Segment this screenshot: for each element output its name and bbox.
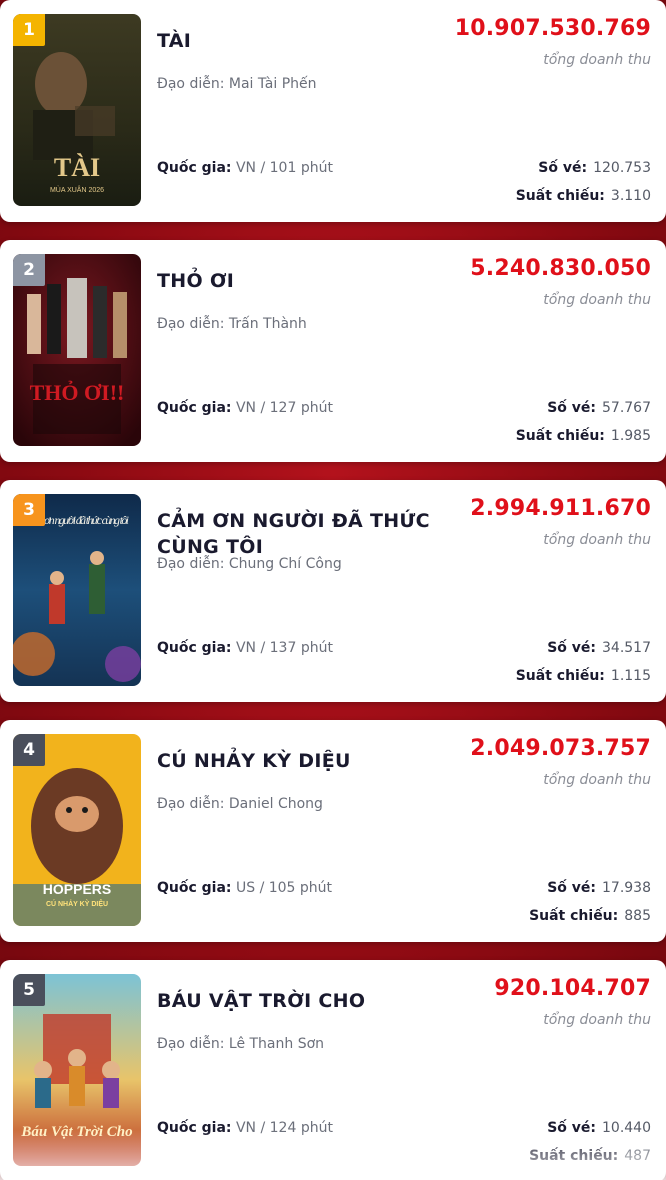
revenue-label: tổng doanh thu [543, 532, 651, 548]
revenue-value: 2.049.073.757 [470, 736, 651, 761]
movie-country-runtime: Quốc gia: VN / 137 phút [157, 640, 333, 656]
movie-director: Đạo diễn: Lê Thanh Sơn [157, 1036, 325, 1052]
movie-poster[interactable]: HOPPERS CÚ NHẢY KỲ DIỆU 4 [13, 734, 141, 926]
movie-director: Đạo diễn: Chung Chí Công [157, 556, 342, 572]
movie-card[interactable]: HOPPERS CÚ NHẢY KỲ DIỆU 4 CÚ NHẢY KỲ DIỆ… [0, 720, 666, 942]
movie-director: Đạo diễn: Trấn Thành [157, 316, 307, 332]
movie-poster[interactable]: THỎ ƠI!! 2 [13, 254, 141, 446]
rank-badge: 1 [13, 14, 45, 46]
movie-card[interactable]: TÀI MÙA XUÂN 2026 1 TÀI Đạo diễn: Mai Tà… [0, 0, 666, 222]
movie-poster[interactable]: Cảm ơn người đã thức cùng tôi 3 [13, 494, 141, 686]
shows-stat: Suất chiếu: 885 [529, 908, 651, 924]
movie-director: Đạo diễn: Daniel Chong [157, 796, 323, 812]
tickets-stat: Số vé: 10.440 [547, 1120, 651, 1136]
tickets-stat: Số vé: 17.938 [547, 880, 651, 896]
rank-badge: 4 [13, 734, 45, 766]
svg-text:HOPPERS: HOPPERS [43, 881, 111, 897]
revenue-value: 10.907.530.769 [454, 16, 651, 41]
revenue-value: 2.994.911.670 [470, 496, 651, 521]
svg-text:MÙA XUÂN 2026: MÙA XUÂN 2026 [50, 185, 104, 194]
movie-country-runtime: Quốc gia: VN / 127 phút [157, 400, 333, 416]
svg-text:CÚ NHẢY KỲ DIỆU: CÚ NHẢY KỲ DIỆU [46, 899, 108, 908]
tickets-stat: Số vé: 120.753 [538, 160, 651, 176]
tickets-stat: Số vé: 57.767 [547, 400, 651, 416]
movie-title[interactable]: THỎ ƠI [157, 268, 457, 294]
rank-badge: 5 [13, 974, 45, 1006]
movie-country-runtime: Quốc gia: VN / 124 phút [157, 1120, 333, 1136]
movie-card[interactable]: Cảm ơn người đã thức cùng tôi 3 CẢM ƠN N… [0, 480, 666, 702]
tickets-stat: Số vé: 34.517 [547, 640, 651, 656]
rank-badge: 2 [13, 254, 45, 286]
movie-card[interactable]: THỎ ƠI!! 2 THỎ ƠI Đạo diễn: Trấn Thành Q… [0, 240, 666, 462]
movie-title[interactable]: TÀI [157, 28, 457, 54]
movie-director: Đạo diễn: Mai Tài Phến [157, 76, 317, 92]
revenue-label: tổng doanh thu [543, 292, 651, 308]
svg-text:Báu Vật Trời Cho: Báu Vật Trời Cho [20, 1124, 132, 1140]
shows-stat: Suất chiếu: 3.110 [515, 188, 651, 204]
movie-country-runtime: Quốc gia: VN / 101 phút [157, 160, 333, 176]
movie-card[interactable]: Báu Vật Trời Cho 5 BÁU VẬT TRỜI CHO Đạo … [0, 960, 666, 1180]
revenue-label: tổng doanh thu [543, 52, 651, 68]
revenue-value: 5.240.830.050 [470, 256, 651, 281]
movie-poster[interactable]: Báu Vật Trời Cho 5 [13, 974, 141, 1166]
revenue-value: 920.104.707 [494, 976, 651, 1001]
revenue-label: tổng doanh thu [543, 1012, 651, 1028]
movie-title[interactable]: CÚ NHẢY KỲ DIỆU [157, 748, 457, 774]
movie-title[interactable]: CẢM ƠN NGƯỜI ĐÃ THỨC CÙNG TÔI [157, 508, 457, 560]
shows-stat: Suất chiếu: 487 [529, 1148, 651, 1164]
shows-stat: Suất chiếu: 1.985 [515, 428, 651, 444]
movie-country-runtime: Quốc gia: US / 105 phút [157, 880, 333, 896]
movie-poster[interactable]: TÀI MÙA XUÂN 2026 1 [13, 14, 141, 206]
revenue-label: tổng doanh thu [543, 772, 651, 788]
svg-text:THỎ ƠI!!: THỎ ƠI!! [30, 380, 125, 405]
svg-text:TÀI: TÀI [54, 153, 100, 182]
rank-badge: 3 [13, 494, 45, 526]
movie-title[interactable]: BÁU VẬT TRỜI CHO [157, 988, 457, 1014]
shows-stat: Suất chiếu: 1.115 [515, 668, 651, 684]
